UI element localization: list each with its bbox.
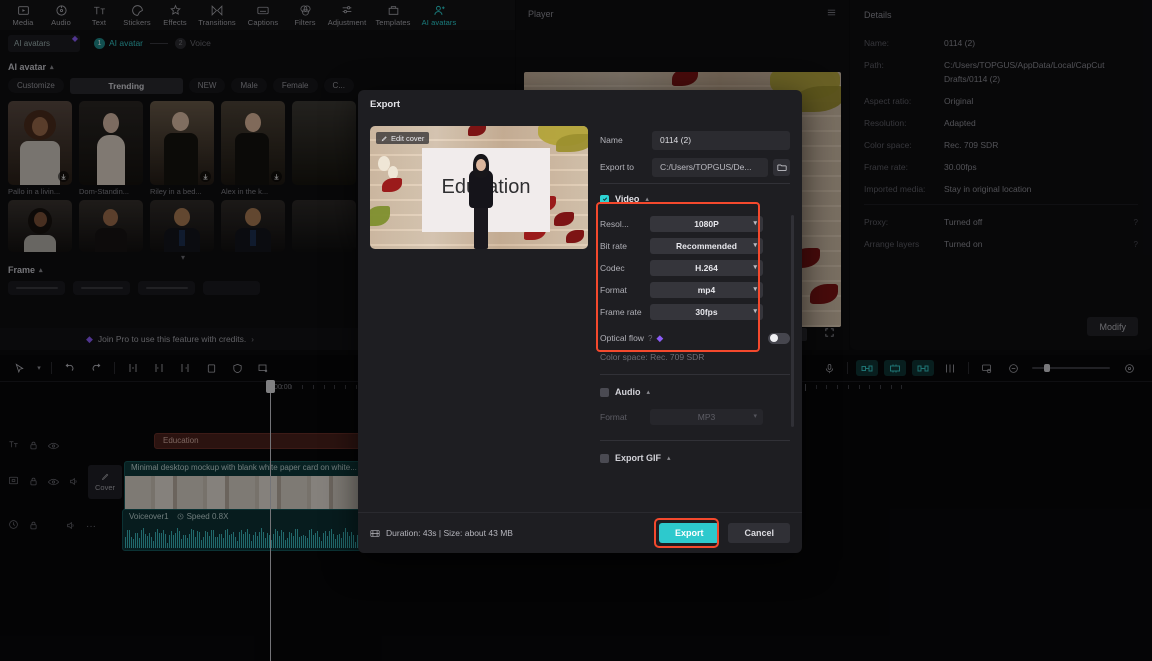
optical-flow-row: Optical flow ? ◆ [600, 327, 790, 349]
chevron-down-icon: ▾ [753, 286, 757, 293]
help-icon[interactable]: ? [648, 334, 652, 343]
export-path-row: Export to C:/Users/TOPGUS/De... [600, 155, 790, 179]
chevron-up-icon[interactable]: ▴ [645, 195, 649, 203]
audio-gif-divider [600, 440, 790, 441]
export-path-input[interactable]: C:/Users/TOPGUS/De... [652, 157, 768, 177]
gif-section-label: Export GIF [615, 453, 662, 463]
audio-format-row: Format MP3 ▾ [600, 406, 790, 428]
export-dialog-buttons: Export Cancel [653, 518, 790, 548]
bitrate-label: Bit rate [600, 241, 627, 251]
resolution-row: Resol... 1080P ▾ [600, 213, 790, 235]
export-duration-text: Duration: 43s | Size: about 43 MB [386, 528, 513, 538]
color-space-text: Color space: Rec. 709 SDR [600, 352, 705, 362]
export-dialog-footer: Duration: 43s | Size: about 43 MB Export… [358, 512, 802, 553]
export-duration-info: Duration: 43s | Size: about 43 MB [370, 528, 513, 538]
edit-cover-button[interactable]: Edit cover [376, 132, 430, 144]
gif-section-header[interactable]: Export GIF ▴ [600, 449, 790, 467]
audio-section-header[interactable]: Audio ▴ [600, 383, 790, 401]
video-section-header[interactable]: Video ▴ [600, 190, 790, 208]
export-button[interactable]: Export [658, 523, 720, 543]
optical-flow-toggle[interactable] [768, 332, 790, 344]
audio-format-label: Format [600, 412, 627, 422]
export-name-label: Name [600, 135, 623, 145]
chevron-up-icon[interactable]: ▴ [647, 388, 651, 396]
chevron-up-icon[interactable]: ▴ [667, 454, 671, 462]
gif-checkbox[interactable] [600, 453, 609, 463]
framerate-value: 30fps [695, 307, 718, 317]
chevron-down-icon: ▾ [753, 308, 757, 315]
format-row: Format mp4 ▾ [600, 279, 790, 301]
export-name-input[interactable]: 0114 (2) [652, 130, 790, 150]
export-dialog: Export Education [358, 90, 802, 553]
codec-row: Codec H.264 ▾ [600, 257, 790, 279]
audio-format-value: MP3 [697, 412, 716, 422]
thumbnail-presenter [467, 154, 495, 249]
video-section: Video ▴ Resol... 1080P ▾ Bit rate Recomm… [600, 190, 790, 362]
gif-section: Export GIF ▴ [600, 449, 790, 467]
export-form-divider [600, 183, 790, 184]
optical-flow-label-group: Optical flow ? ◆ [600, 333, 663, 344]
format-label: Format [600, 285, 627, 295]
audio-section: Audio ▴ Format MP3 ▾ [600, 383, 790, 428]
audio-section-label: Audio [615, 387, 641, 397]
edit-cover-label: Edit cover [391, 133, 425, 143]
pro-diamond-icon: ◆ [656, 332, 664, 343]
format-select[interactable]: mp4 ▾ [650, 282, 763, 298]
bitrate-select[interactable]: Recommended ▾ [650, 238, 763, 254]
framerate-row: Frame rate 30fps ▾ [600, 301, 790, 323]
video-section-label: Video [615, 194, 640, 204]
export-dialog-body: Education Edit cover Name 0114 (2) [358, 119, 802, 512]
chevron-down-icon: ▾ [753, 413, 757, 420]
framerate-label: Frame rate [600, 307, 642, 317]
chevron-down-icon: ▾ [753, 220, 757, 227]
export-name-row: Name 0114 (2) [600, 128, 790, 152]
optical-flow-label: Optical flow [600, 333, 644, 343]
export-to-label: Export to [600, 162, 635, 172]
codec-value: H.264 [695, 263, 718, 273]
folder-browse-icon[interactable] [773, 158, 790, 176]
bitrate-value: Recommended [676, 241, 737, 251]
video-checkbox[interactable] [600, 194, 609, 204]
chevron-down-icon: ▾ [753, 264, 757, 271]
toggle-knob [769, 334, 778, 342]
export-thumbnail: Education Edit cover [370, 126, 588, 249]
framerate-select[interactable]: 30fps ▾ [650, 304, 763, 320]
format-value: mp4 [697, 285, 716, 295]
export-dialog-title: Export [370, 99, 401, 110]
audio-format-select[interactable]: MP3 ▾ [650, 409, 763, 425]
resolution-select[interactable]: 1080P ▾ [650, 216, 763, 232]
export-dialog-scrollbar[interactable] [791, 215, 794, 427]
bitrate-row: Bit rate Recommended ▾ [600, 235, 790, 257]
video-audio-divider [600, 374, 790, 375]
codec-label: Codec [600, 263, 625, 273]
codec-select[interactable]: H.264 ▾ [650, 260, 763, 276]
chevron-down-icon: ▾ [753, 242, 757, 249]
resolution-value: 1080P [694, 219, 719, 229]
cancel-button[interactable]: Cancel [728, 523, 790, 543]
resolution-label: Resol... [600, 219, 629, 229]
export-form: Name 0114 (2) Export to C:/Users/TOPGUS/… [600, 128, 790, 472]
audio-checkbox[interactable] [600, 387, 609, 397]
